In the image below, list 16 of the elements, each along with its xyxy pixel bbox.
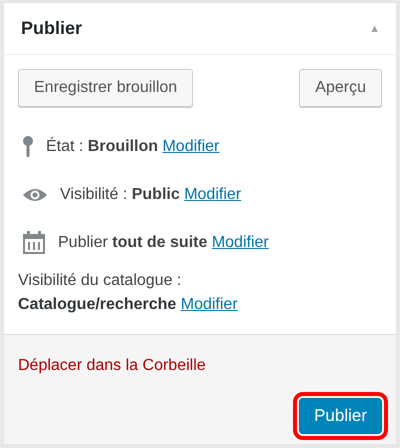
edit-link[interactable]: Modifier [180,296,238,313]
schedule-text: Publier tout de suite Modifier [58,234,269,252]
catalog-visibility-value: Catalogue/recherche Modifier [18,296,238,314]
catalog-visibility-label: Visibilité du catalogue : [18,272,182,290]
preview-button[interactable]: Aperçu [299,69,382,107]
edit-link[interactable]: Modifier [162,138,220,155]
edit-link[interactable]: Modifier [212,234,269,251]
trash-link[interactable]: Déplacer dans la Corbeille [18,357,206,375]
save-draft-button[interactable]: Enregistrer brouillon [18,69,194,107]
status-text: État : Brouillon Modifier [46,138,220,156]
panel-title: Publier [21,18,82,39]
eye-icon [22,187,48,203]
calendar-icon [22,231,46,255]
edit-link[interactable]: Modifier [184,186,242,203]
visibility-text: Visibilité : Public Modifier [60,186,242,204]
pin-icon [22,136,34,158]
